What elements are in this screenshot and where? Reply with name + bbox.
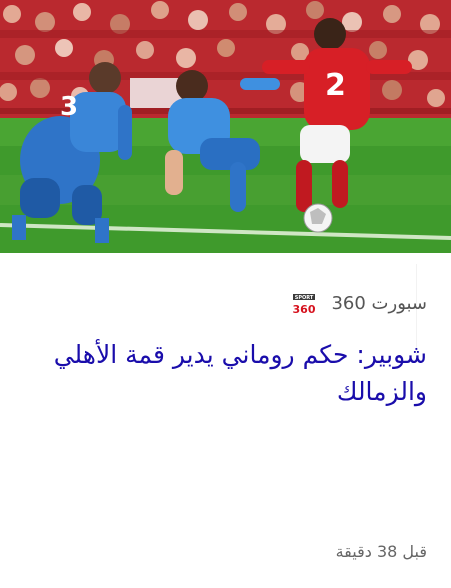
article-image[interactable]: 3 2 (0, 0, 451, 253)
sport360-logo-icon: SPORT 360 (291, 291, 318, 317)
news-card[interactable]: 3 2 SPORT 360 سبورت 360 شوبير: حكم رومان… (0, 0, 451, 588)
source-row[interactable]: SPORT 360 سبورت 360 (291, 287, 427, 321)
source-name: سبورت 360 (331, 293, 427, 314)
svg-text:3: 3 (60, 92, 78, 122)
svg-text:360: 360 (293, 303, 316, 316)
football-match-photo: 3 2 (0, 0, 451, 253)
published-time: قبل 38 دقيقة (335, 542, 427, 561)
svg-text:SPORT: SPORT (295, 295, 314, 301)
svg-text:2: 2 (325, 68, 346, 103)
article-headline[interactable]: شوبير: حكم روماني يدير قمة الأهلي والزما… (27, 336, 427, 410)
